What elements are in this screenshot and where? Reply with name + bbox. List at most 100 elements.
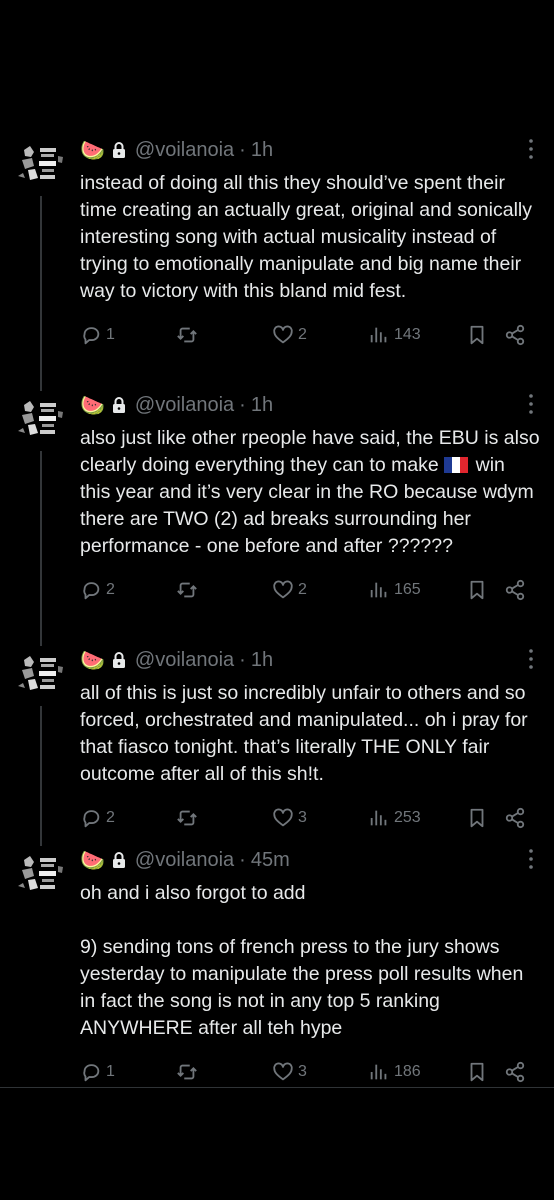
more-icon[interactable] [528, 138, 534, 160]
separator-dot: · [239, 138, 246, 161]
share-button[interactable] [504, 324, 534, 346]
reply-count: 1 [106, 326, 115, 343]
lock-icon [111, 651, 127, 669]
tweet[interactable]: 🍉 @voilanoia · 1h all of this is just so… [0, 640, 554, 854]
bookmark-button[interactable] [466, 807, 504, 829]
avatar[interactable] [14, 646, 68, 700]
like-button[interactable]: 3 [272, 807, 368, 829]
avatar[interactable] [14, 136, 68, 190]
share-icon [504, 1061, 526, 1083]
retweet-icon [176, 579, 198, 601]
tweet[interactable]: 🍉 @voilanoia · 1h instead of doing all t… [0, 130, 554, 399]
separator-dot: · [239, 393, 246, 416]
view-count: 186 [394, 1063, 421, 1080]
like-count: 3 [298, 1063, 307, 1080]
views-icon [368, 324, 390, 346]
bookmark-icon [466, 807, 488, 829]
like-count: 2 [298, 326, 307, 343]
views-button[interactable]: 253 [368, 807, 466, 829]
reply-button[interactable]: 2 [80, 807, 176, 829]
reply-count: 1 [106, 1063, 115, 1080]
watermelon-icon: 🍉 [80, 849, 105, 872]
reply-button[interactable]: 1 [80, 324, 176, 346]
like-button[interactable]: 2 [272, 579, 368, 601]
tweet-time[interactable]: 1h [251, 649, 273, 672]
tweet-time[interactable]: 1h [251, 394, 273, 417]
france-flag-icon [444, 457, 468, 473]
retweet-icon [176, 807, 198, 829]
separator-dot: · [239, 848, 246, 871]
view-count: 165 [394, 581, 421, 598]
retweet-button[interactable] [176, 1061, 272, 1083]
tweet[interactable]: 🍉 @voilanoia · 1h also just like other r… [0, 385, 554, 654]
lock-icon [111, 396, 127, 414]
share-icon [504, 324, 526, 346]
like-button[interactable]: 3 [272, 1061, 368, 1083]
bookmark-button[interactable] [466, 579, 504, 601]
thread-line [40, 196, 42, 399]
heart-icon [272, 579, 294, 601]
user-handle[interactable]: @voilanoia [135, 649, 234, 672]
bookmark-icon [466, 1061, 488, 1083]
reply-count: 2 [106, 581, 115, 598]
watermelon-icon: 🍉 [80, 394, 105, 417]
retweet-icon [176, 1061, 198, 1083]
bookmark-icon [466, 324, 488, 346]
retweet-button[interactable] [176, 579, 272, 601]
tweet-text: oh and i also forgot to add 9) sending t… [80, 882, 524, 1039]
tweet-actions: 2 2 165 [80, 560, 540, 620]
retweet-button[interactable] [176, 807, 272, 829]
divider [0, 1087, 554, 1088]
tweet-time[interactable]: 45m [251, 849, 290, 872]
tweet[interactable]: 🍉 @voilanoia · 45m oh and i also forgot … [0, 840, 554, 1090]
share-button[interactable] [504, 1061, 534, 1083]
like-button[interactable]: 2 [272, 324, 368, 346]
bookmark-button[interactable] [466, 1061, 504, 1083]
more-icon[interactable] [528, 848, 534, 870]
tweet-text: also just like other rpeople have said, … [80, 425, 540, 560]
more-icon[interactable] [528, 393, 534, 415]
reply-icon [80, 807, 102, 829]
avatar[interactable] [14, 846, 68, 900]
reply-icon [80, 1061, 102, 1083]
share-icon [504, 579, 526, 601]
share-button[interactable] [504, 579, 534, 601]
avatar[interactable] [14, 391, 68, 445]
more-icon[interactable] [528, 648, 534, 670]
reply-count: 2 [106, 809, 115, 826]
views-button[interactable]: 143 [368, 324, 466, 346]
tweet-text: instead of doing all this they should’ve… [80, 172, 538, 302]
heart-icon [272, 324, 294, 346]
user-handle[interactable]: @voilanoia [135, 394, 234, 417]
tweet-actions: 1 3 186 [80, 1042, 540, 1102]
tweet-thread: 🍉 @voilanoia · 1h instead of doing all t… [0, 130, 554, 1090]
view-count: 143 [394, 326, 421, 343]
reply-button[interactable]: 1 [80, 1061, 176, 1083]
bookmark-icon [466, 579, 488, 601]
separator-dot: · [239, 648, 246, 671]
reply-button[interactable]: 2 [80, 579, 176, 601]
views-icon [368, 1061, 390, 1083]
views-button[interactable]: 165 [368, 579, 466, 601]
tweet-header: 🍉 @voilanoia · 1h [80, 130, 540, 170]
tweet-header: 🍉 @voilanoia · 45m [80, 840, 540, 880]
views-icon [368, 807, 390, 829]
like-count: 3 [298, 809, 307, 826]
tweet-header: 🍉 @voilanoia · 1h [80, 640, 540, 680]
watermelon-icon: 🍉 [80, 139, 105, 162]
views-button[interactable]: 186 [368, 1061, 466, 1083]
retweet-button[interactable] [176, 324, 272, 346]
view-count: 253 [394, 809, 421, 826]
reply-icon [80, 324, 102, 346]
tweet-time[interactable]: 1h [251, 139, 273, 162]
lock-icon [111, 851, 127, 869]
bookmark-button[interactable] [466, 324, 504, 346]
thread-line [40, 451, 42, 654]
tweet-header: 🍉 @voilanoia · 1h [80, 385, 540, 425]
tweet-text: all of this is just so incredibly unfair… [80, 682, 534, 785]
like-count: 2 [298, 581, 307, 598]
share-button[interactable] [504, 807, 534, 829]
views-icon [368, 579, 390, 601]
user-handle[interactable]: @voilanoia [135, 139, 234, 162]
user-handle[interactable]: @voilanoia [135, 849, 234, 872]
